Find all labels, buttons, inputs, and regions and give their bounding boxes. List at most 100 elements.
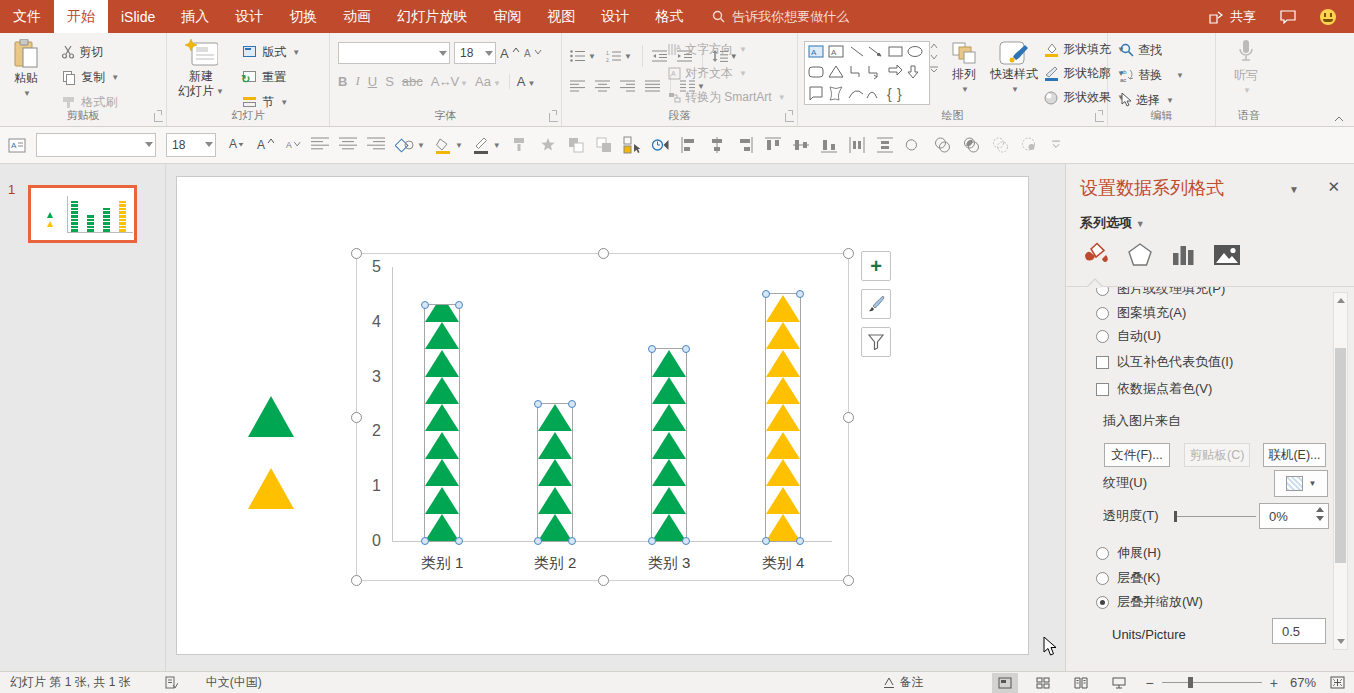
panel-dropdown-icon[interactable]: ▼	[1289, 184, 1299, 195]
data-point-handle[interactable]	[568, 400, 576, 408]
slide-thumbnail[interactable]	[28, 185, 137, 243]
qb-font-color-icon[interactable]: A	[226, 134, 246, 156]
ribbon-tab-幻灯片放映[interactable]: 幻灯片放映	[384, 0, 480, 33]
clipboard-dialog-launcher[interactable]	[154, 113, 163, 122]
qb-align-right-icon[interactable]	[367, 134, 385, 156]
panel-scrollbar[interactable]	[1333, 292, 1348, 650]
qb-layout-icon[interactable]: A	[8, 134, 26, 156]
find-button[interactable]: 查找	[1120, 41, 1184, 59]
data-point-handle[interactable]	[568, 537, 576, 545]
online-button[interactable]: 联机(E)...	[1263, 443, 1326, 467]
dictate-button[interactable]: 听写 ▼	[1224, 33, 1268, 111]
decrease-indent-button[interactable]	[642, 45, 667, 67]
reset-button[interactable]: ↻ 重置	[242, 66, 300, 88]
qb-animation-icon[interactable]	[651, 134, 670, 156]
qb-align-center-icon[interactable]	[339, 134, 357, 156]
qb-align-left-icon[interactable]	[311, 134, 329, 156]
qb-align-objects-right-icon[interactable]	[736, 134, 754, 156]
scroll-up-arrow[interactable]	[1337, 298, 1345, 303]
data-point-handle[interactable]	[421, 537, 429, 545]
chart-handle-e[interactable]	[843, 412, 854, 423]
smartart-button[interactable]: 转换为 SmartArt▼	[668, 89, 786, 106]
smiley-icon[interactable]	[1320, 9, 1336, 25]
chart-handle-w[interactable]	[351, 412, 362, 423]
green-triangle-shape[interactable]	[248, 396, 294, 437]
ribbon-tab-格式[interactable]: 格式	[642, 0, 696, 33]
data-point-handle[interactable]	[682, 537, 690, 545]
qb-align-objects-center-icon[interactable]	[708, 134, 726, 156]
series-tab-icon[interactable]	[1170, 242, 1196, 268]
ribbon-tab-视图[interactable]: 视图	[534, 0, 588, 33]
data-point-handle[interactable]	[455, 537, 463, 545]
decrease-font-icon[interactable]: A	[524, 46, 542, 60]
fill-tab-icon[interactable]	[1082, 242, 1110, 268]
chart-handle-sw[interactable]	[351, 575, 362, 586]
zoom-level[interactable]: 67%	[1282, 675, 1324, 690]
transparency-value[interactable]: 0%	[1259, 503, 1329, 529]
option-stack[interactable]: 层叠(K)	[1096, 569, 1160, 587]
tell-me-search[interactable]: 告诉我你想要做什么	[712, 0, 849, 33]
qb-intersect-icon[interactable]	[991, 134, 1010, 156]
collapse-ribbon-button[interactable]	[1334, 116, 1344, 122]
yellow-triangle-shape[interactable]	[248, 468, 294, 509]
qb-grow-font-icon[interactable]: A	[256, 134, 274, 156]
qb-format-painter-icon[interactable]	[511, 134, 529, 156]
qb-more-tools-icon[interactable]	[1049, 134, 1063, 156]
replace-button[interactable]: abac替换▼	[1120, 66, 1184, 84]
layout-button[interactable]: 版式▼	[242, 41, 300, 63]
bold-button[interactable]: B	[338, 74, 347, 89]
qb-union-icon[interactable]	[904, 134, 923, 156]
increase-font-icon[interactable]: A	[500, 46, 520, 60]
file-button[interactable]: 文件(F)...	[1104, 443, 1170, 467]
qb-align-bottom-icon[interactable]	[820, 134, 838, 156]
scrollbar-thumb[interactable]	[1335, 348, 1346, 563]
numbering-button[interactable]: 1.2.▼	[606, 45, 632, 67]
qb-shape-change-icon[interactable]: ▼	[395, 134, 425, 156]
option-automatic[interactable]: 自动(U)	[1096, 327, 1161, 345]
ribbon-tab-iSlide[interactable]: iSlide	[108, 0, 168, 33]
data-point-handle[interactable]	[796, 537, 804, 545]
normal-view-button[interactable]	[992, 673, 1018, 693]
qb-align-top-icon[interactable]	[764, 134, 782, 156]
chart-handle-se[interactable]	[843, 575, 854, 586]
panel-close-icon[interactable]: ✕	[1327, 178, 1340, 196]
font-size-combo[interactable]: 18	[454, 42, 496, 64]
shadow-button[interactable]: S	[385, 74, 394, 89]
option-vary-colors[interactable]: 依数据点着色(V)	[1096, 380, 1212, 398]
shapes-gallery[interactable]: A A { }	[804, 41, 930, 105]
chart-filters-button[interactable]	[861, 327, 891, 357]
paragraph-dialog-launcher[interactable]	[785, 113, 794, 122]
select-button[interactable]: 选择▼	[1120, 91, 1184, 109]
option-invert-negative[interactable]: 以互补色代表负值(I)	[1096, 353, 1233, 371]
units-picture-input[interactable]: 0.5	[1272, 618, 1326, 644]
chart-handle-s[interactable]	[598, 575, 609, 586]
qb-bring-forward-icon[interactable]	[567, 134, 585, 156]
data-point-handle[interactable]	[534, 537, 542, 545]
underline-button[interactable]: U	[368, 74, 377, 89]
zoom-in-button[interactable]: +	[1270, 675, 1278, 691]
ribbon-tab-设计[interactable]: 设计	[222, 0, 276, 33]
data-point-handle[interactable]	[762, 537, 770, 545]
chart-bar-类别 1[interactable]	[425, 305, 459, 541]
option-pattern-fill[interactable]: 图案填充(A)	[1096, 304, 1186, 322]
notes-button[interactable]: 备注	[875, 674, 932, 691]
qb-send-backward-icon[interactable]	[595, 134, 613, 156]
effects-tab-icon[interactable]	[1127, 242, 1153, 268]
reading-view-button[interactable]	[1068, 673, 1094, 693]
qb-selection-pane-icon[interactable]	[623, 134, 641, 156]
data-point-handle[interactable]	[648, 537, 656, 545]
align-right-button[interactable]	[620, 75, 635, 97]
chart-area[interactable]: 543210类别 1类别 2类别 3类别 4	[356, 253, 849, 581]
ribbon-tab-切换[interactable]: 切换	[276, 0, 330, 33]
ribbon-tab-动画[interactable]: 动画	[330, 0, 384, 33]
qb-subtract-icon[interactable]	[1020, 134, 1039, 156]
language-indicator[interactable]: 中文(中国)	[198, 674, 270, 691]
texture-dropdown[interactable]: ▼	[1274, 470, 1328, 497]
ribbon-tab-插入[interactable]: 插入	[168, 0, 222, 33]
bullets-button[interactable]: ▼	[570, 45, 596, 67]
slide-sorter-button[interactable]	[1030, 673, 1056, 693]
slideshow-button[interactable]	[1106, 673, 1132, 693]
data-point-handle[interactable]	[534, 400, 542, 408]
qb-distribute-h-icon[interactable]	[848, 134, 866, 156]
align-text-button[interactable]: A对齐文本▼	[668, 65, 786, 82]
